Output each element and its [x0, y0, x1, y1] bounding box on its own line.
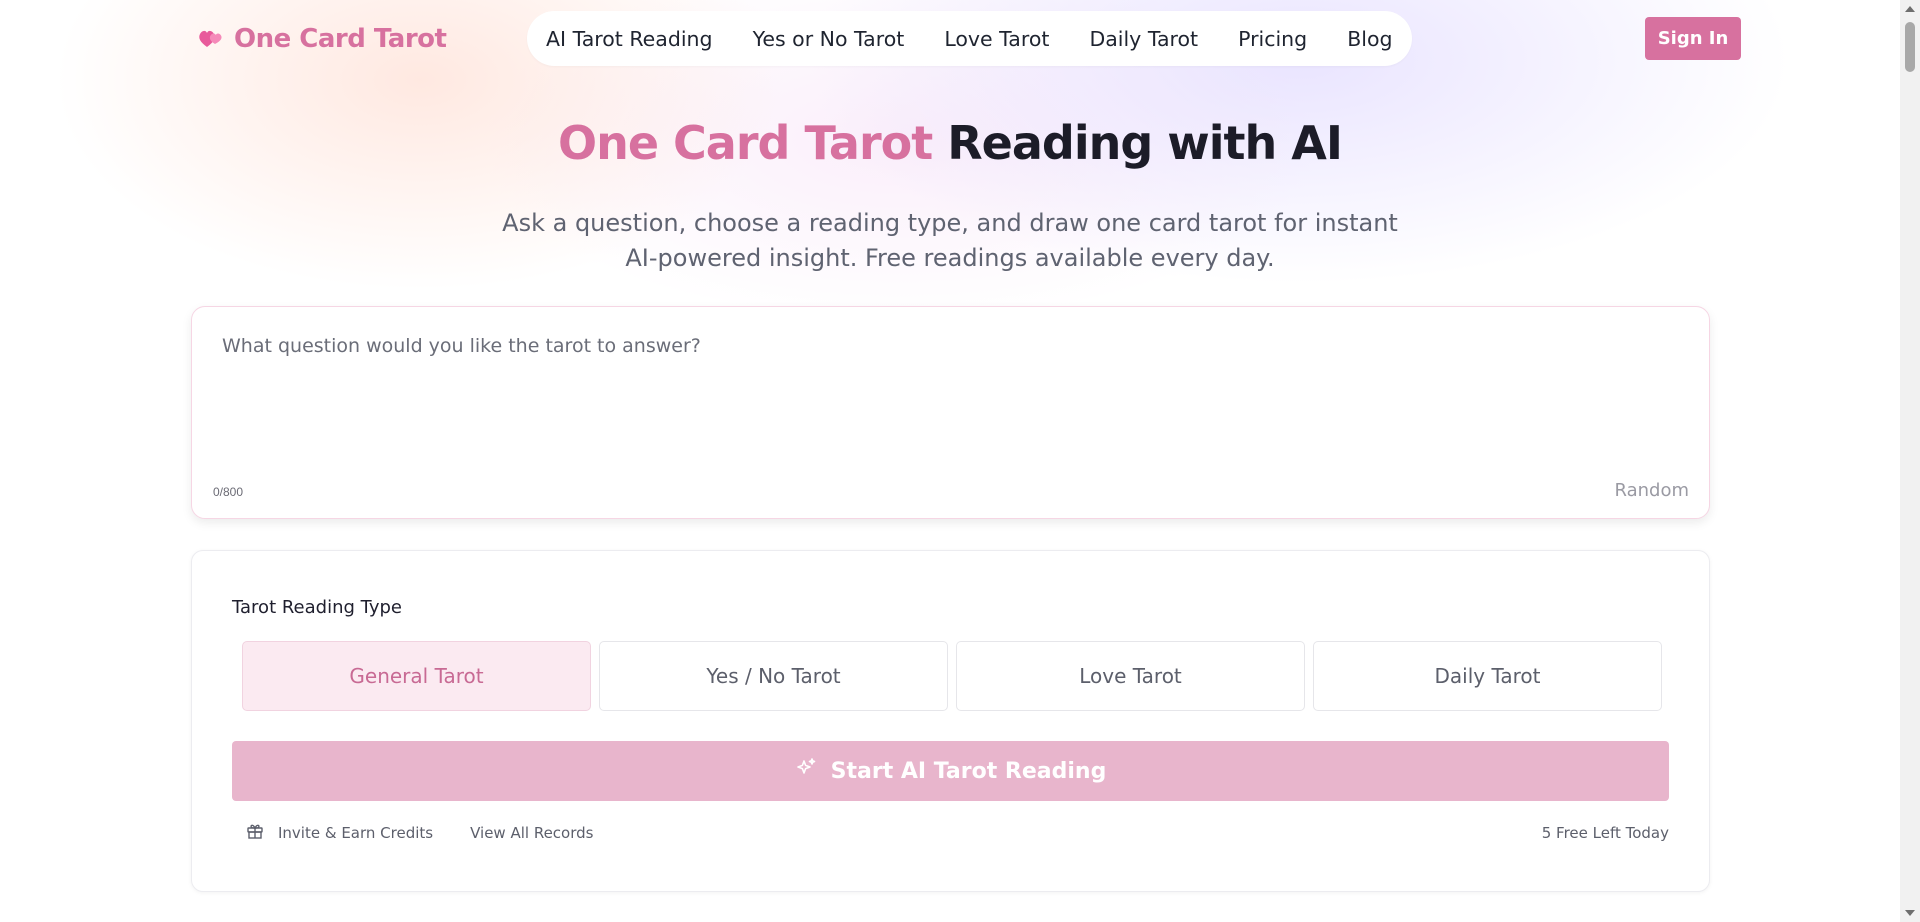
invite-earn-link[interactable]: Invite & Earn Credits	[246, 822, 433, 844]
view-all-records-link[interactable]: View All Records	[470, 824, 593, 842]
scroll-down-arrow-icon[interactable]	[1905, 910, 1915, 916]
main-nav: AI Tarot Reading Yes or No Tarot Love Ta…	[527, 11, 1412, 66]
logo-text: One Card Tarot	[234, 24, 447, 54]
random-question-button[interactable]: Random	[1614, 480, 1689, 501]
type-daily-tarot[interactable]: Daily Tarot	[1313, 641, 1662, 711]
type-love-tarot[interactable]: Love Tarot	[956, 641, 1305, 711]
reading-panel: Tarot Reading Type General Tarot Yes / N…	[191, 550, 1710, 892]
nav-item-love-tarot[interactable]: Love Tarot	[924, 27, 1069, 51]
sign-in-button[interactable]: Sign In	[1645, 17, 1741, 60]
nav-item-yes-or-no-tarot[interactable]: Yes or No Tarot	[733, 27, 925, 51]
type-general-tarot[interactable]: General Tarot	[242, 641, 591, 711]
page-scrollbar[interactable]	[1900, 0, 1920, 922]
invite-earn-label: Invite & Earn Credits	[278, 824, 434, 842]
page: One Card Tarot AI Tarot Reading Yes or N…	[0, 0, 1900, 922]
start-reading-label: Start AI Tarot Reading	[830, 758, 1107, 784]
nav-item-pricing[interactable]: Pricing	[1218, 27, 1327, 51]
type-yes-no-tarot[interactable]: Yes / No Tarot	[599, 641, 948, 711]
site-header: One Card Tarot AI Tarot Reading Yes or N…	[0, 0, 1900, 78]
question-box: 0/800 Random	[191, 306, 1710, 519]
page-subtitle: Ask a question, choose a reading type, a…	[502, 209, 1398, 272]
page-title: One Card Tarot Reading with AI	[0, 116, 1900, 170]
character-counter: 0/800	[213, 485, 244, 499]
free-readings-left: 5 Free Left Today	[1541, 824, 1669, 842]
start-reading-button[interactable]: Start AI Tarot Reading	[232, 741, 1669, 801]
nav-item-blog[interactable]: Blog	[1327, 27, 1392, 51]
title-rest: Reading with AI	[947, 116, 1343, 170]
nav-item-daily-tarot[interactable]: Daily Tarot	[1069, 27, 1218, 51]
reading-footer: Invite & Earn Credits View All Records 5…	[246, 821, 1669, 845]
reading-type-options: General Tarot Yes / No Tarot Love Tarot …	[242, 641, 1662, 711]
sparkles-icon	[795, 757, 817, 785]
two-hearts-icon	[198, 28, 224, 50]
scrollbar-thumb[interactable]	[1905, 22, 1915, 72]
reading-type-label: Tarot Reading Type	[232, 597, 402, 618]
title-accent: One Card Tarot	[557, 116, 933, 170]
logo[interactable]: One Card Tarot	[198, 22, 447, 56]
question-input[interactable]	[222, 335, 1672, 465]
gift-icon	[246, 822, 264, 844]
scroll-up-arrow-icon[interactable]	[1905, 6, 1915, 12]
nav-item-ai-tarot-reading[interactable]: AI Tarot Reading	[546, 27, 733, 51]
